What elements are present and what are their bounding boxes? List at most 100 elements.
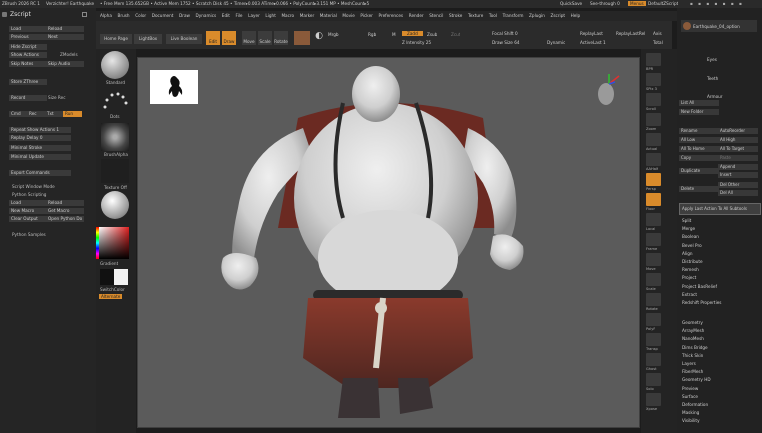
cmd-button[interactable]: Cmd xyxy=(9,111,28,117)
material-sphere-icon[interactable] xyxy=(101,191,129,219)
py-load-button[interactable]: Load xyxy=(9,200,47,206)
subpalette-arraymesh[interactable]: ArrayMesh xyxy=(682,328,704,334)
rotate-button[interactable]: Rotate xyxy=(274,31,288,45)
seethrough-slider[interactable]: See-through 0 xyxy=(590,1,620,6)
menu-preferences[interactable]: Preferences xyxy=(378,13,403,18)
all-high-button[interactable]: All High xyxy=(718,137,758,143)
quicksave-button[interactable]: QuickSave xyxy=(560,1,582,6)
delete-button[interactable]: Delete xyxy=(679,186,719,192)
dynamic-toggle[interactable]: Dynamic xyxy=(547,40,565,45)
secondary-color-swatch[interactable] xyxy=(114,269,128,285)
palette-pin-icon[interactable] xyxy=(82,12,87,17)
shelf-frame-button[interactable]: Frame xyxy=(646,233,661,251)
subpalette-fibermesh[interactable]: FiberMesh xyxy=(682,369,703,375)
menu-zplugin[interactable]: Zplugin xyxy=(529,13,545,18)
rec-button[interactable]: Rec xyxy=(27,111,46,117)
color-picker[interactable] xyxy=(99,227,129,259)
focal-shift-slider[interactable]: Focal Shift 0 xyxy=(492,31,518,36)
color-picker-icon[interactable]: ◐ xyxy=(313,31,325,45)
subpalette-thick-skin[interactable]: Thick Skin xyxy=(682,353,703,359)
python-samples-label[interactable]: Python Samples xyxy=(12,232,46,238)
move-button[interactable]: Move xyxy=(242,31,256,45)
repeat-show-actions-slider[interactable]: Repeat Show Actions 1 xyxy=(9,127,71,133)
menu-stroke[interactable]: Stroke xyxy=(449,13,462,18)
subpalette-preview[interactable]: Preview xyxy=(682,386,698,392)
subpalette-visibility[interactable]: Visibility xyxy=(682,418,700,424)
py-reload-button[interactable]: Reload xyxy=(46,200,84,206)
zadd-button[interactable]: Zadd xyxy=(402,31,423,36)
all-low-button[interactable]: All Low xyxy=(679,137,719,143)
subpalette-nanomesh[interactable]: NanoMesh xyxy=(682,336,704,342)
menu-file[interactable]: File xyxy=(236,13,243,18)
new-folder-button[interactable]: New Folder xyxy=(679,109,719,115)
layout-icons[interactable]: ▪ ▪ ▪ ▪ ▪ ▪ ▪ xyxy=(690,1,744,6)
shelf-move-button[interactable]: Move xyxy=(646,253,661,271)
shelf-spix-3-button[interactable]: SPix 3 xyxy=(646,73,661,91)
lightbox-button[interactable]: LightBox xyxy=(134,34,162,44)
all-to-target-button[interactable]: All To Target xyxy=(718,146,758,152)
subtool-teeth[interactable]: Teeth xyxy=(707,76,718,81)
menu-material[interactable]: Material xyxy=(320,13,337,18)
subtool-row-active[interactable]: Earthquake_04_option xyxy=(681,20,757,32)
copy-button[interactable]: Copy xyxy=(679,155,719,161)
del-all-button[interactable]: Del All xyxy=(718,190,758,196)
menu-document[interactable]: Document xyxy=(152,13,174,18)
menu-marker[interactable]: Marker xyxy=(300,13,314,18)
run-button[interactable]: Run xyxy=(63,111,82,117)
replay-delay-slider[interactable]: Replay Delay 0 xyxy=(9,135,71,141)
menu-tool[interactable]: Tool xyxy=(489,13,497,18)
subtool-eyes[interactable]: Eyes xyxy=(707,57,717,62)
minimal-stroke-button[interactable]: Minimal Stroke xyxy=(9,145,71,151)
menu-render[interactable]: Render xyxy=(409,13,424,18)
skip-audio-button[interactable]: Skip Audio xyxy=(46,61,84,67)
rename-button[interactable]: Rename xyxy=(679,128,719,134)
draw-button[interactable]: Draw xyxy=(222,31,236,45)
menu-color[interactable]: Color xyxy=(135,13,146,18)
menu-zscript[interactable]: Zscript xyxy=(550,13,565,18)
menu-help[interactable]: Help xyxy=(571,13,581,18)
shelf-scale-button[interactable]: Scale xyxy=(646,273,661,291)
subpalette-merge[interactable]: Merge xyxy=(682,226,695,232)
menu-stencil[interactable]: Stencil xyxy=(429,13,443,18)
shelf-polyf-button[interactable]: PolyF xyxy=(646,313,661,331)
new-macro-button[interactable]: New Macro xyxy=(9,208,47,214)
z-intensity-slider[interactable]: Z Intensity 25 xyxy=(402,40,431,45)
shelf-zoom-button[interactable]: Zoom xyxy=(646,113,661,131)
subtool-armour[interactable]: Armour xyxy=(707,94,723,99)
replay-last-button[interactable]: ReplayLast xyxy=(580,31,603,36)
record-button[interactable]: Record xyxy=(9,95,47,101)
document-canvas[interactable] xyxy=(137,57,640,428)
live-boolean-button[interactable]: Live Boolean xyxy=(166,34,202,44)
skip-notes-button[interactable]: Skip Notes xyxy=(9,61,47,67)
menu-dynamics[interactable]: Dynamics xyxy=(196,13,217,18)
minimal-update-button[interactable]: Minimal Update xyxy=(9,154,71,160)
menu-edit[interactable]: Edit xyxy=(222,13,230,18)
store-zthree-button[interactable]: Store ZThree xyxy=(9,79,47,85)
export-commands-button[interactable]: Export Commands xyxy=(9,170,71,176)
shelf-persp-button[interactable]: Persp xyxy=(646,173,661,191)
subpalette-geometry[interactable]: Geometry xyxy=(682,320,703,326)
shelf-rotate-button[interactable]: Rotate xyxy=(646,293,661,311)
shelf-transp-button[interactable]: Transp xyxy=(646,333,661,351)
shelf-actual-button[interactable]: Actual xyxy=(646,133,661,151)
zcut-button[interactable]: Zcut xyxy=(451,32,460,37)
texture-slot[interactable] xyxy=(101,159,129,183)
subpalette-project-basrelief[interactable]: Project BasRelief xyxy=(682,284,717,290)
material-swatch[interactable] xyxy=(294,31,310,45)
mrgb-button[interactable]: Mrgb xyxy=(328,32,339,37)
active-last-slider[interactable]: ActiveLast 1 xyxy=(580,40,606,45)
subpalette-align[interactable]: Align xyxy=(682,251,693,257)
clear-output-button[interactable]: Clear Output xyxy=(9,216,47,222)
menu-movie[interactable]: Movie xyxy=(342,13,354,18)
menu-alpha[interactable]: Alpha xyxy=(100,13,112,18)
m-button[interactable]: M xyxy=(392,32,396,37)
subpalette-project[interactable]: Project xyxy=(682,275,696,281)
edit-button[interactable]: Edit xyxy=(206,31,220,45)
load-button[interactable]: Load xyxy=(9,26,47,32)
palette-collapse-icon[interactable] xyxy=(2,12,7,17)
subpalette-dims-bridge[interactable]: Dims Bridge xyxy=(682,345,708,351)
subpalette-redshift-properties[interactable]: Redshift Properties xyxy=(682,300,722,306)
dots-stroke-icon[interactable] xyxy=(101,89,129,113)
hue-slider[interactable] xyxy=(96,227,99,259)
shelf-bpr-button[interactable]: BPR xyxy=(646,53,661,71)
